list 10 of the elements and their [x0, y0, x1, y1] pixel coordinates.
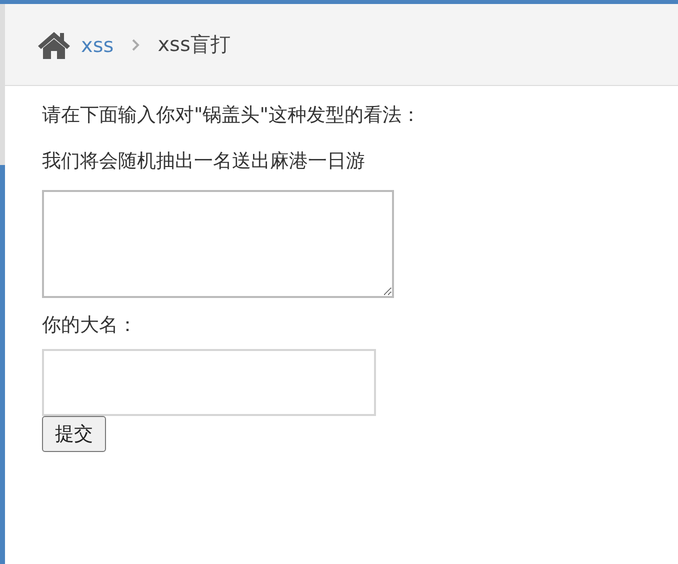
- breadcrumb-link[interactable]: xss: [81, 32, 114, 56]
- comment-textarea[interactable]: [42, 190, 394, 298]
- breadcrumb-current: xss盲打: [158, 31, 230, 58]
- name-label: 你的大名：: [42, 313, 138, 337]
- chevron-icon: [132, 38, 140, 50]
- name-input[interactable]: [42, 349, 376, 416]
- home-icon[interactable]: [37, 30, 71, 60]
- submit-button[interactable]: 提交: [42, 416, 106, 452]
- intro-text: 请在下面输入你对"锅盖头"这种发型的看法：: [42, 103, 422, 127]
- notice-text: 我们将会随机抽出一名送出麻港一日游: [42, 149, 366, 173]
